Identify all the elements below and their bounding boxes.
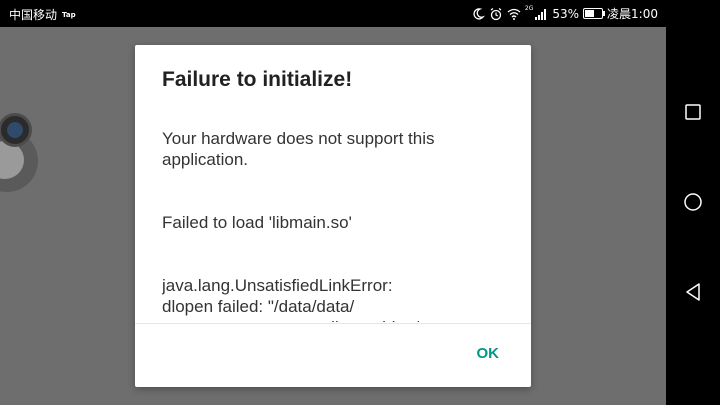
carrier-label: 中国移动 — [9, 8, 58, 22]
home-button[interactable] — [683, 192, 703, 212]
alarm-icon — [490, 7, 502, 20]
dialog-message-load-failure: Failed to load 'libmain.so' — [162, 213, 352, 232]
screen: 中国移动 Tap 2G 53% 凌晨1:00 Failure to initia… — [0, 0, 720, 405]
clock: 凌晨1:00 — [607, 7, 658, 21]
ok-button[interactable]: OK — [469, 341, 508, 366]
dialog-title: Failure to initialize! — [162, 68, 353, 91]
battery-level-fill — [585, 10, 594, 17]
recents-icon — [685, 104, 701, 120]
recents-button[interactable] — [683, 102, 703, 122]
floating-ball-icon — [7, 122, 23, 138]
battery-percent: 53% — [552, 6, 580, 21]
network-type-label: 2G — [524, 5, 534, 12]
error-dialog: Failure to initialize! Your hardware doe… — [135, 45, 531, 387]
moon-icon — [473, 7, 485, 20]
back-icon — [686, 283, 700, 301]
battery-icon — [583, 8, 606, 19]
wifi-icon — [507, 8, 521, 20]
status-bar: 中国移动 Tap 2G 53% 凌晨1:00 — [0, 0, 666, 27]
navigation-bar — [666, 0, 720, 405]
dialog-message-hardware: Your hardware does not support this appl… — [162, 129, 435, 169]
home-icon — [684, 193, 702, 211]
dialog-message-error-detail: java.lang.UnsatisfiedLinkError: dlopen f… — [162, 276, 419, 322]
dialog-message: Your hardware does not support this appl… — [162, 107, 507, 322]
dialog-divider — [135, 323, 531, 324]
signal-icon — [535, 8, 547, 20]
taptap-notification-icon: Tap — [62, 10, 76, 19]
back-button[interactable] — [683, 282, 703, 302]
